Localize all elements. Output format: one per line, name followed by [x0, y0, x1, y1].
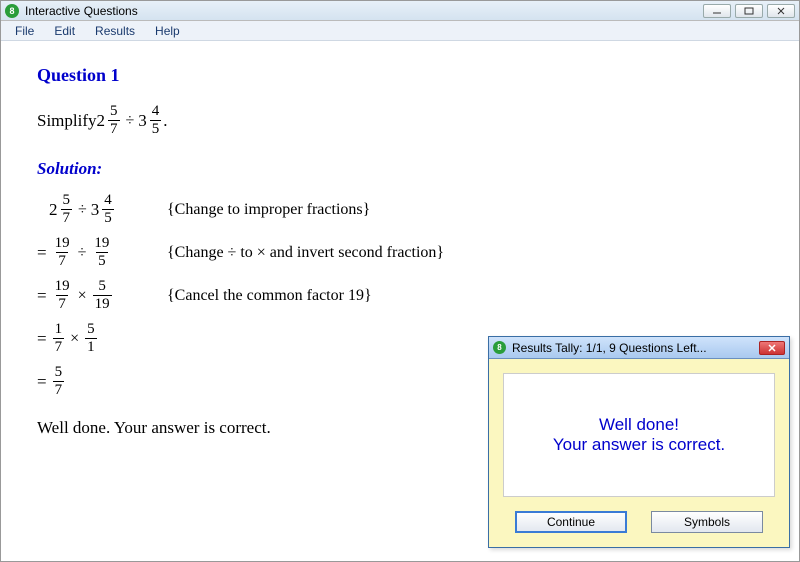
whole: 2 — [49, 200, 58, 220]
numerator: 5 — [85, 322, 97, 338]
dialog-titlebar: 8 Results Tally: 1/1, 9 Questions Left..… — [489, 337, 789, 359]
denominator: 7 — [56, 252, 68, 269]
dialog-close-button[interactable] — [759, 341, 785, 355]
menu-help[interactable]: Help — [145, 22, 190, 40]
symbols-button[interactable]: Symbols — [651, 511, 763, 533]
dialog-icon: 8 — [493, 341, 506, 354]
step-note: {Cancel the common factor 19} — [167, 287, 372, 305]
numerator: 19 — [53, 279, 72, 295]
app-icon: 8 — [5, 4, 19, 18]
menu-results[interactable]: Results — [85, 22, 145, 40]
step-note: {Change to improper fractions} — [167, 201, 370, 219]
fraction: 1 7 — [53, 322, 65, 355]
numerator: 19 — [92, 236, 111, 252]
step-math: = 1 7 × 5 1 — [37, 322, 167, 355]
denominator: 5 — [150, 120, 162, 137]
solution-step: = 19 7 ÷ 19 5 {Change ÷ to × and invert … — [37, 236, 763, 269]
fraction: 5 7 — [61, 193, 73, 226]
numerator: 5 — [108, 104, 120, 120]
maximize-button[interactable] — [735, 4, 763, 18]
dialog-button-row: Continue Symbols — [503, 511, 775, 533]
close-button[interactable] — [767, 4, 795, 18]
numerator: 4 — [102, 193, 114, 209]
numerator: 5 — [53, 365, 65, 381]
fraction: 4 5 — [102, 193, 114, 226]
numerator: 19 — [53, 236, 72, 252]
step-math: = 5 7 — [37, 365, 167, 398]
fraction: 5 1 — [85, 322, 97, 355]
step-math: = 19 7 × 5 19 — [37, 279, 167, 312]
divide-symbol: ÷ — [126, 112, 135, 130]
dialog-body: Well done! Your answer is correct. Conti… — [489, 359, 789, 547]
period: . — [163, 111, 167, 131]
operator: ÷ — [78, 201, 87, 219]
denominator: 19 — [93, 295, 112, 312]
dialog-message-line1: Well done! — [599, 415, 679, 435]
dialog-message-line2: Your answer is correct. — [553, 435, 725, 455]
question-title: Question 1 — [37, 65, 763, 86]
mixed-fraction: 2 5 7 — [49, 193, 74, 226]
numerator: 5 — [96, 279, 108, 295]
fraction-1: 5 7 — [108, 104, 120, 137]
window-title: Interactive Questions — [25, 4, 138, 18]
titlebar: 8 Interactive Questions — [1, 1, 799, 21]
maximize-icon — [744, 7, 754, 15]
fraction: 19 7 — [53, 236, 72, 269]
whole-1: 2 — [97, 111, 106, 131]
whole: 3 — [91, 200, 100, 220]
results-tally-dialog: 8 Results Tally: 1/1, 9 Questions Left..… — [488, 336, 790, 548]
operator: × — [70, 330, 79, 348]
solution-label: Solution: — [37, 159, 763, 179]
denominator: 5 — [102, 209, 114, 226]
minimize-button[interactable] — [703, 4, 731, 18]
whole-2: 3 — [138, 111, 147, 131]
menu-edit[interactable]: Edit — [44, 22, 85, 40]
mixed-fraction: 3 4 5 — [91, 193, 116, 226]
minimize-icon — [712, 7, 722, 15]
denominator: 7 — [53, 381, 65, 398]
window-controls — [703, 4, 795, 18]
fraction: 5 7 — [53, 365, 65, 398]
question-prompt: Simplify 2 5 7 ÷ 3 4 5 . — [37, 104, 763, 137]
denominator: 5 — [96, 252, 108, 269]
dialog-title: Results Tally: 1/1, 9 Questions Left... — [512, 341, 707, 355]
main-window: 8 Interactive Questions File Edit Result… — [0, 0, 800, 562]
fraction-2: 4 5 — [150, 104, 162, 137]
step-math: = 19 7 ÷ 19 5 — [37, 236, 167, 269]
continue-button[interactable]: Continue — [515, 511, 627, 533]
fraction: 19 5 — [92, 236, 111, 269]
equals: = — [37, 286, 47, 306]
denominator: 1 — [85, 338, 97, 355]
numerator: 5 — [61, 193, 73, 209]
operator: ÷ — [78, 244, 87, 262]
solution-step: = 19 7 × 5 19 {Cancel the common factor … — [37, 279, 763, 312]
fraction: 19 7 — [53, 279, 72, 312]
equals: = — [37, 329, 47, 349]
mixed-fraction-2: 3 4 5 — [138, 104, 163, 137]
step-note: {Change ÷ to × and invert second fractio… — [167, 244, 444, 262]
denominator: 7 — [61, 209, 73, 226]
denominator: 7 — [53, 338, 65, 355]
operator: × — [78, 287, 87, 305]
mixed-fraction-1: 2 5 7 — [97, 104, 122, 137]
solution-step: 2 5 7 ÷ 3 4 5 {Change to improper fracti… — [37, 193, 763, 226]
equals: = — [37, 243, 47, 263]
menu-file[interactable]: File — [5, 22, 44, 40]
menubar: File Edit Results Help — [1, 21, 799, 41]
close-icon — [776, 7, 786, 15]
prompt-prefix: Simplify — [37, 111, 97, 131]
fraction: 5 19 — [93, 279, 112, 312]
close-icon — [767, 344, 777, 352]
denominator: 7 — [56, 295, 68, 312]
step-math: 2 5 7 ÷ 3 4 5 — [37, 193, 167, 226]
dialog-message-box: Well done! Your answer is correct. — [503, 373, 775, 497]
equals: = — [37, 372, 47, 392]
numerator: 4 — [150, 104, 162, 120]
numerator: 1 — [53, 322, 65, 338]
denominator: 7 — [108, 120, 120, 137]
